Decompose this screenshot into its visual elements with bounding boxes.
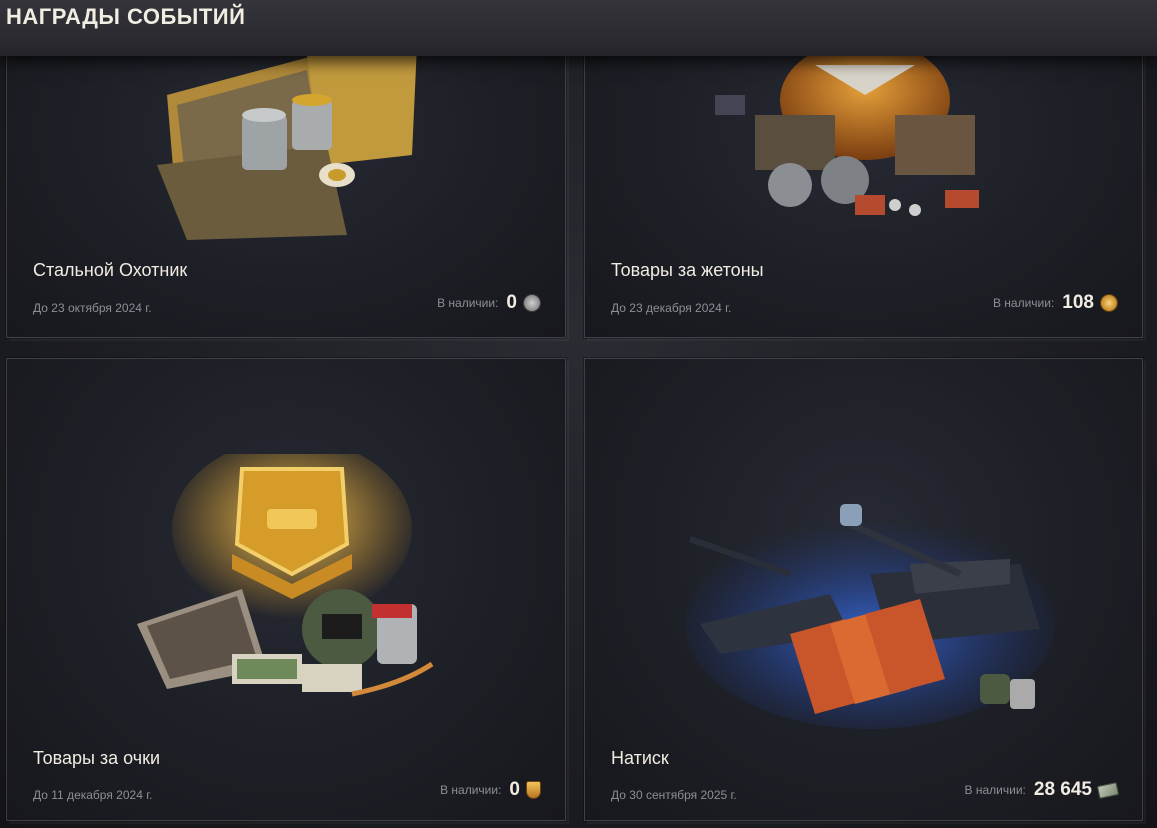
availability-value: 0: [506, 292, 517, 313]
onslaught-bills-icon: [1096, 781, 1120, 799]
availability-label: В наличии:: [992, 296, 1055, 310]
card-availability: В наличии: 28 645: [964, 779, 1120, 801]
page-header: НАГРАДЫ СОБЫТИЙ: [0, 0, 1157, 56]
card-date: До 11 декабря 2024 г.: [33, 788, 153, 802]
card-availability: В наличии: 108: [993, 292, 1118, 314]
card-title: Натиск: [611, 748, 669, 768]
availability-label: В наличии:: [964, 783, 1026, 797]
availability-label: В наличии:: [440, 783, 502, 797]
availability-label: В наличии:: [437, 296, 499, 310]
availability-value: 108: [1062, 292, 1094, 313]
card-date: До 23 декабря 2024 г.: [611, 301, 732, 315]
availability-value: 28 645: [1033, 779, 1092, 800]
steel-hunter-token-icon: [523, 294, 541, 312]
page-title: НАГРАДЫ СОБЫТИЙ: [6, 4, 246, 29]
onslaught-rewards-image: [685, 504, 1055, 729]
steel-hunter-rewards-image: [157, 45, 417, 240]
card-date: До 23 октября 2024 г.: [33, 301, 152, 315]
availability-value: 0: [509, 779, 520, 800]
card-availability: В наличии: 0: [437, 292, 541, 314]
card-title: Товары за жетоны: [611, 260, 764, 280]
card-availability: В наличии: 0: [440, 779, 541, 801]
reward-card-points-goods[interactable]: Товары за очки До 11 декабря 2024 г. В н…: [6, 358, 566, 821]
points-shield-icon: [526, 781, 541, 799]
points-goods-rewards-image: [137, 454, 434, 697]
card-title: Товары за очки: [33, 748, 161, 768]
gold-token-icon: [1100, 294, 1118, 312]
card-date: До 30 сентября 2025 г.: [611, 788, 737, 802]
token-goods-rewards-image: [715, 45, 979, 216]
reward-card-onslaught[interactable]: Натиск До 30 сентября 2025 г. В наличии:…: [584, 358, 1143, 821]
card-title: Стальной Охотник: [33, 260, 188, 280]
